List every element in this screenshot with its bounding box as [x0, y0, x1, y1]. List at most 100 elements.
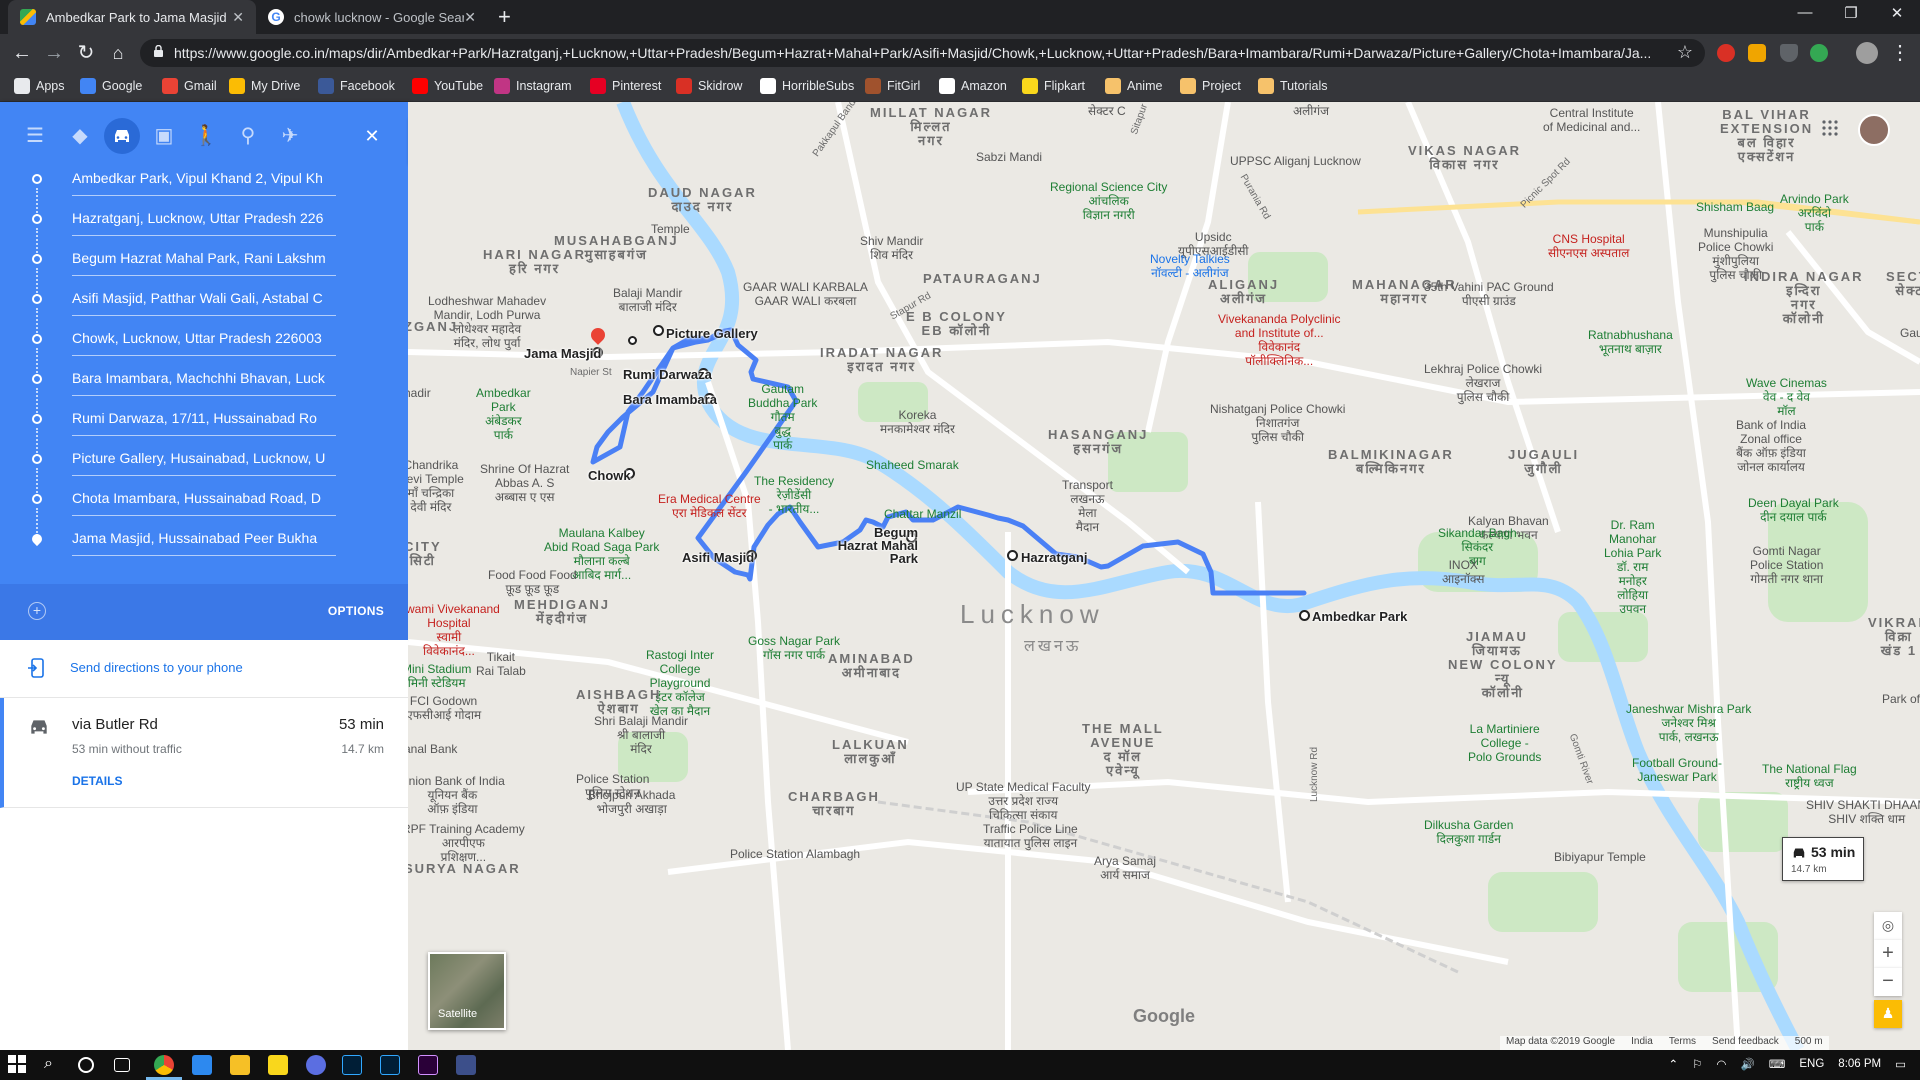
- close-directions-icon[interactable]: ✕: [354, 118, 390, 154]
- restore-icon[interactable]: ❐: [1836, 4, 1866, 22]
- keyboard-icon[interactable]: ⌨: [1769, 1057, 1786, 1071]
- map-label-nishatganj[interactable]: Nishatganj Police Chowki निशातगंज पुलिस …: [1210, 402, 1345, 444]
- hamburger-menu-icon[interactable]: ☰: [17, 118, 53, 154]
- map-label-hadir[interactable]: hadir: [408, 386, 431, 400]
- map-label-ambedkar-park-left[interactable]: Ambedkar Park अंबेडकर पार्क: [476, 386, 531, 442]
- map-label-transport[interactable]: Transport लखनऊ मेला मैदान: [1062, 478, 1113, 534]
- menu-icon[interactable]: ⋮: [1888, 41, 1912, 65]
- map-label-ratnabhushana[interactable]: Ratnabhushana भूतनाथ बाज़ार: [1588, 328, 1673, 356]
- driving-mode-icon[interactable]: [104, 118, 140, 154]
- map-label-daud-nagar[interactable]: DAUD NAGAR दाउद नगर: [648, 186, 757, 214]
- map-label-janeshwar[interactable]: Janeshwar Mishra Park जनेश्वर मिश्र पार्…: [1626, 702, 1751, 744]
- map-label-balmikinagar[interactable]: BALMIKINAGAR बल्मिकिनगर: [1328, 448, 1454, 476]
- map-label-hari-nagar[interactable]: HARI NAGAR हरि नगर: [483, 248, 586, 276]
- map-label-police-alambagh[interactable]: Police Station Alambagh: [730, 847, 860, 861]
- stop-row[interactable]: Chowk, Lucknow, Uttar Pradesh 226003: [0, 320, 408, 376]
- tab-search[interactable]: G chowk lucknow - Google Search ✕: [256, 0, 488, 34]
- bookmark-google[interactable]: Google: [80, 78, 142, 94]
- map-label-inox[interactable]: INOX आइनॉक्स: [1442, 558, 1485, 586]
- route-time-callout[interactable]: 53 min 14.7 km: [1782, 837, 1864, 881]
- photoshop-icon[interactable]: [342, 1055, 362, 1075]
- map-label-balvihar[interactable]: BAL VIHAR EXTENSION बल विहार एक्सटेंशन: [1720, 108, 1813, 164]
- map-label-koreka[interactable]: Koreka मनकामेश्वर मंदिर: [880, 408, 955, 436]
- address-bar[interactable]: https://www.google.co.in/maps/dir/Ambedk…: [140, 39, 1705, 67]
- extension-icon[interactable]: [1810, 44, 1828, 62]
- stop-row[interactable]: Chota Imambara, Hussainabad Road, D: [0, 480, 408, 536]
- map-label-ram-manohar[interactable]: Dr. Ram Manohar Lohia Park डॉ. राम मनोहर…: [1604, 518, 1661, 616]
- stop-input[interactable]: Chota Imambara, Hussainabad Road, D: [72, 488, 336, 516]
- app-icon[interactable]: [306, 1055, 326, 1075]
- extension-icon[interactable]: [1717, 44, 1735, 62]
- stop-row[interactable]: Jama Masjid, Hussainabad Peer Bukha: [0, 520, 408, 560]
- map-canvas[interactable]: MILLAT NAGAR मिल्लत नगर सेक्टर C अलीगंज Cen…: [408, 102, 1920, 1050]
- map-label-sector-c[interactable]: सेक्टर C: [1088, 104, 1126, 118]
- stop-row[interactable]: Bara Imambara, Machchhi Bhavan, Luck: [0, 360, 408, 416]
- bookmark-my-drive[interactable]: My Drive: [229, 78, 300, 94]
- stop-label[interactable]: Bara Imambara: [623, 392, 717, 407]
- bookmark-star-icon[interactable]: ☆: [1677, 42, 1693, 63]
- bookmark-project[interactable]: Project: [1180, 78, 1241, 94]
- route-option[interactable]: via Butler Rd 53 min without traffic 53 …: [0, 698, 408, 808]
- tray-chevron-icon[interactable]: ⌃: [1668, 1057, 1678, 1071]
- windows-start-icon[interactable]: [8, 1055, 28, 1075]
- forward-icon[interactable]: →: [42, 41, 66, 65]
- map-label-shiv-mandir[interactable]: Shiv Mandir शिव मंदिर: [860, 234, 923, 262]
- transit-mode-icon[interactable]: ▣: [146, 118, 182, 154]
- map-label-lalkuan[interactable]: LALKUAN लालकुआँ: [832, 738, 909, 766]
- map-label-traffic-police[interactable]: Traffic Police Line यातायात पुलिस लाइन: [983, 822, 1078, 850]
- map-label-the-mall[interactable]: THE MALL AVENUE द मॉल एवेन्यू: [1082, 722, 1164, 778]
- map-label-gaar-wali[interactable]: GAAR WALI KARBALA GAAR WALI करबला: [743, 280, 868, 308]
- stop-label[interactable]: Hazratganj: [1021, 550, 1087, 565]
- zoom-out-button[interactable]: −: [1874, 968, 1902, 996]
- map-label-shrine[interactable]: Shrine Of Hazrat Abbas A. S अब्बास ए एस: [480, 462, 569, 504]
- map-label-shaheed-smarak[interactable]: Shaheed Smarak: [866, 458, 959, 472]
- options-button[interactable]: OPTIONS: [328, 604, 384, 618]
- stop-label[interactable]: Chowk: [588, 468, 631, 483]
- app-icon[interactable]: [268, 1055, 288, 1075]
- map-label-shiv-shakti[interactable]: SHIV SHAKTI DHAAM SHIV शक्ति धाम: [1806, 798, 1920, 826]
- best-route-icon[interactable]: ◆: [62, 118, 98, 154]
- map-label-deen-dayal[interactable]: Deen Dayal Park दीन दयाल पार्क: [1748, 496, 1839, 524]
- map-label-arya-samaj[interactable]: Arya Samaj आर्य समाज: [1094, 854, 1156, 882]
- attribution-item[interactable]: Send feedback: [1712, 1036, 1779, 1050]
- map-label-charbagh[interactable]: CHARBAGH चारबाग: [788, 790, 880, 818]
- map-label-residency[interactable]: The Residency रेज़ीडेंसी - भारतीय...: [754, 474, 834, 516]
- stop-marker-ambedkar-park[interactable]: [1299, 610, 1310, 621]
- zoom-in-button[interactable]: +: [1874, 940, 1902, 968]
- stop-row[interactable]: Asifi Masjid, Patthar Wali Gali, Astabal…: [0, 280, 408, 336]
- map-label-goss-nagar[interactable]: Goss Nagar Park गॉस नगर पार्क: [748, 634, 840, 662]
- map-label-patauraganj[interactable]: PATAURAGANJ: [923, 272, 1042, 286]
- bookmark-facebook[interactable]: Facebook: [318, 78, 395, 94]
- map-label-dilkusha[interactable]: Dilkusha Garden दिलकुशा गार्डन: [1424, 818, 1513, 846]
- map-label-vikrant[interactable]: VIKRAN विक्रा खंड 1: [1868, 616, 1920, 658]
- notification-icon[interactable]: ▭: [1895, 1057, 1906, 1071]
- map-label-gau[interactable]: Gau: [1900, 326, 1920, 340]
- map-label-park-of[interactable]: Park of: [1882, 692, 1920, 706]
- map-label-central-institute[interactable]: Central Institute of Medicinal and...: [1543, 106, 1640, 134]
- stop-input[interactable]: Ambedkar Park, Vipul Khand 2, Vipul Kh: [72, 168, 336, 196]
- map-label-arvindo-park[interactable]: Arvindo Park अरविंदो पार्क: [1780, 192, 1849, 234]
- stop-input[interactable]: Begum Hazrat Mahal Park, Rani Lakshm: [72, 248, 336, 276]
- map-label-chandrika[interactable]: Chandrika Devi Temple माँ चन्द्रिका देवी…: [408, 458, 464, 514]
- map-label-vivekananda[interactable]: Vivekananda Polyclinic and Institute of.…: [1218, 312, 1341, 368]
- map-label-jugauli[interactable]: JUGAULI जुगौली: [1508, 448, 1579, 476]
- stop-label[interactable]: Ambedkar Park: [1312, 609, 1407, 624]
- stop-input[interactable]: Asifi Masjid, Patthar Wali Gali, Astabal…: [72, 288, 336, 316]
- bookmark-pinterest[interactable]: Pinterest: [590, 78, 661, 94]
- extension-icon[interactable]: [1748, 44, 1766, 62]
- computer-icon[interactable]: [192, 1055, 212, 1075]
- map-label-novelty-talkies[interactable]: Novelty Talkies नॉवल्टी - अलीगंज: [1150, 252, 1230, 280]
- wifi-icon[interactable]: ◠: [1716, 1057, 1726, 1071]
- bookmark-skidrow[interactable]: Skidrow: [676, 78, 742, 94]
- back-icon[interactable]: ←: [10, 41, 34, 65]
- map-label-anand-bank[interactable]: anal Bank: [408, 742, 457, 756]
- bookmark-amazon[interactable]: Amazon: [939, 78, 1007, 94]
- stop-label[interactable]: Jama Masjid: [524, 346, 601, 361]
- map-label-bhojpuri[interactable]: Bhojpuri Akhada भोजपुरी अखाड़ा: [588, 788, 675, 816]
- stop-row[interactable]: Rumi Darwaza, 17/11, Hussainabad Ro: [0, 400, 408, 456]
- stop-input[interactable]: Jama Masjid, Hussainabad Peer Bukha: [72, 528, 336, 556]
- map-label-aliganj-top[interactable]: अलीगंज: [1293, 104, 1329, 118]
- shield-icon[interactable]: [1780, 44, 1798, 62]
- map-label-era-medical[interactable]: Era Medical Centre एरा मेडिकल सेंटर: [658, 492, 761, 520]
- bookmark-apps[interactable]: Apps: [14, 78, 65, 94]
